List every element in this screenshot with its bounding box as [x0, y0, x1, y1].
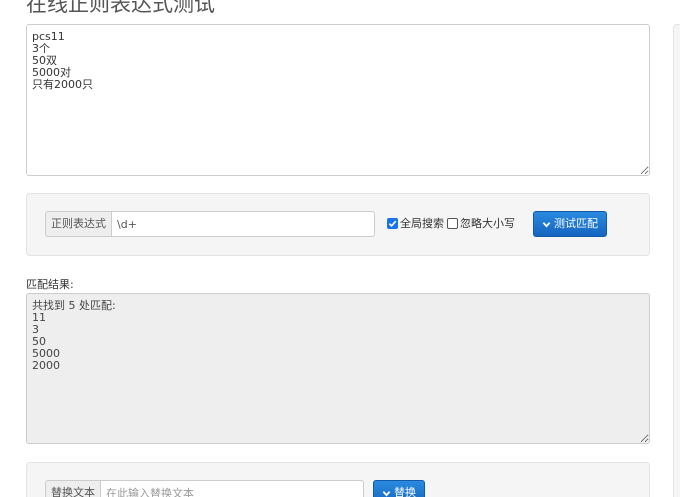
- test-match-button-label: 测试匹配: [554, 217, 598, 230]
- global-search-label[interactable]: 全局搜索: [400, 215, 444, 231]
- ignore-case-label[interactable]: 忽略大小写: [460, 215, 515, 231]
- replace-input-group: 替换文本: [45, 480, 364, 497]
- chevron-down-icon: [542, 221, 551, 227]
- replace-input[interactable]: [100, 480, 364, 497]
- result-label: 匹配结果:: [26, 278, 74, 291]
- replace-button-label: 替换: [394, 486, 416, 497]
- replace-panel: 替换文本 替换: [26, 462, 650, 497]
- global-search-checkbox[interactable]: [387, 217, 398, 229]
- ignore-case-checkbox[interactable]: [447, 217, 458, 229]
- replace-addon-label: 替换文本: [45, 480, 100, 497]
- regex-panel: 正则表达式 全局搜索 忽略大小写 测试匹配: [26, 193, 650, 256]
- replace-button[interactable]: 替换: [373, 480, 425, 497]
- regex-addon-label: 正则表达式: [45, 211, 111, 237]
- page: 在线正则表达式测试 正则表达式 全局搜索 忽略大小写 测试匹配 匹配结果:: [0, 0, 680, 497]
- regex-options: 全局搜索 忽略大小写: [387, 215, 518, 231]
- test-match-button[interactable]: 测试匹配: [533, 211, 607, 237]
- regex-input[interactable]: [111, 211, 375, 237]
- page-title: 在线正则表达式测试: [26, 0, 215, 16]
- right-panel: [673, 24, 680, 497]
- source-text-area[interactable]: [26, 24, 650, 176]
- result-text-area[interactable]: [26, 293, 650, 444]
- regex-input-group: 正则表达式: [45, 211, 375, 237]
- checkmark-icon: [388, 220, 397, 227]
- chevron-down-icon: [382, 490, 391, 496]
